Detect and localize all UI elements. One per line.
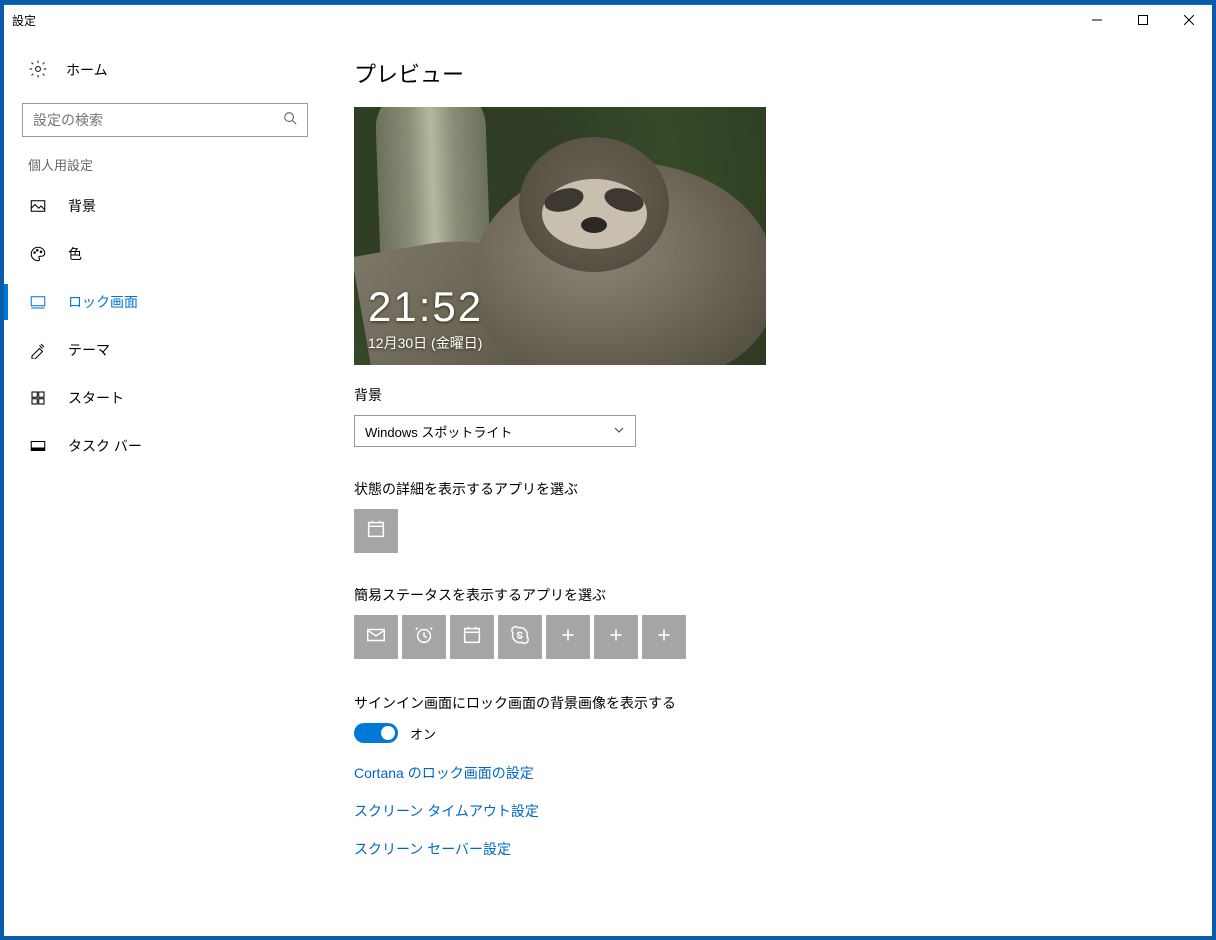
quick-app-tile-skype[interactable] [498, 615, 542, 659]
sidebar-item-label: 背景 [68, 196, 96, 216]
home-label: ホーム [66, 60, 108, 80]
close-button[interactable] [1166, 5, 1212, 35]
quick-app-tile-add-2[interactable] [594, 615, 638, 659]
quick-app-tile-mail[interactable] [354, 615, 398, 659]
search-box[interactable] [22, 103, 308, 137]
page-heading: プレビュー [354, 57, 1172, 89]
alarm-icon [413, 624, 435, 651]
quick-status-label: 簡易ステータスを表示するアプリを選ぶ [354, 585, 1172, 605]
sidebar-item-themes[interactable]: テーマ [4, 326, 324, 374]
dropdown-value: Windows スポットライト [365, 422, 512, 441]
toggle-state-label: オン [410, 724, 436, 743]
lockscreen-icon [28, 292, 48, 312]
link-screen-timeout[interactable]: スクリーン タイムアウト設定 [354, 801, 1172, 821]
quick-app-tile-alarm[interactable] [402, 615, 446, 659]
calendar-icon [365, 518, 387, 545]
lockscreen-preview: 21:52 12月30日 (金曜日) [354, 107, 766, 365]
sidebar: ホーム 個人用設定 背景 [4, 35, 324, 936]
theme-icon [28, 340, 48, 360]
sidebar-item-background[interactable]: 背景 [4, 182, 324, 230]
sidebar-item-label: スタート [68, 388, 124, 408]
background-dropdown[interactable]: Windows スポットライト [354, 415, 636, 447]
settings-window: 設定 ホーム [4, 4, 1212, 936]
link-screensaver[interactable]: スクリーン セーバー設定 [354, 839, 1172, 859]
window-controls [1074, 5, 1212, 35]
sidebar-item-label: 色 [68, 244, 82, 264]
taskbar-icon [28, 436, 48, 456]
chevron-down-icon [613, 424, 625, 439]
search-icon [283, 111, 297, 130]
picture-icon [28, 196, 48, 216]
window-title: 設定 [12, 12, 36, 29]
signin-bg-label: サインイン画面にロック画面の背景画像を表示する [354, 693, 1172, 713]
sidebar-item-lockscreen[interactable]: ロック画面 [4, 278, 324, 326]
mail-icon [365, 624, 387, 651]
plus-icon [653, 624, 675, 651]
sidebar-item-label: テーマ [68, 340, 110, 360]
quick-app-tile-add-3[interactable] [642, 615, 686, 659]
sidebar-item-taskbar[interactable]: タスク バー [4, 422, 324, 470]
main-content: プレビュー 21:52 12月30日 (金曜日) 背景 Windows スポット… [324, 35, 1212, 936]
plus-icon [605, 624, 627, 651]
calendar-icon [461, 624, 483, 651]
detailed-status-label: 状態の詳細を表示するアプリを選ぶ [354, 479, 1172, 499]
search-input[interactable] [33, 112, 283, 128]
home-nav[interactable]: ホーム [4, 45, 324, 95]
signin-bg-toggle[interactable] [354, 723, 398, 743]
quick-app-tile-calendar[interactable] [450, 615, 494, 659]
gear-icon [28, 59, 48, 82]
skype-icon [509, 624, 531, 651]
minimize-button[interactable] [1074, 5, 1120, 35]
link-cortana-lockscreen[interactable]: Cortana のロック画面の設定 [354, 763, 1172, 783]
sidebar-item-label: ロック画面 [68, 292, 138, 312]
sidebar-item-label: タスク バー [68, 436, 142, 456]
sidebar-item-colors[interactable]: 色 [4, 230, 324, 278]
palette-icon [28, 244, 48, 264]
sidebar-item-start[interactable]: スタート [4, 374, 324, 422]
sidebar-section-label: 個人用設定 [4, 137, 324, 182]
detailed-app-tile-calendar[interactable] [354, 509, 398, 553]
start-icon [28, 388, 48, 408]
background-label: 背景 [354, 385, 1172, 405]
plus-icon [557, 624, 579, 651]
maximize-button[interactable] [1120, 5, 1166, 35]
titlebar: 設定 [4, 5, 1212, 35]
preview-time: 21:52 [368, 283, 483, 331]
preview-date: 12月30日 (金曜日) [368, 333, 483, 353]
quick-app-tile-add-1[interactable] [546, 615, 590, 659]
